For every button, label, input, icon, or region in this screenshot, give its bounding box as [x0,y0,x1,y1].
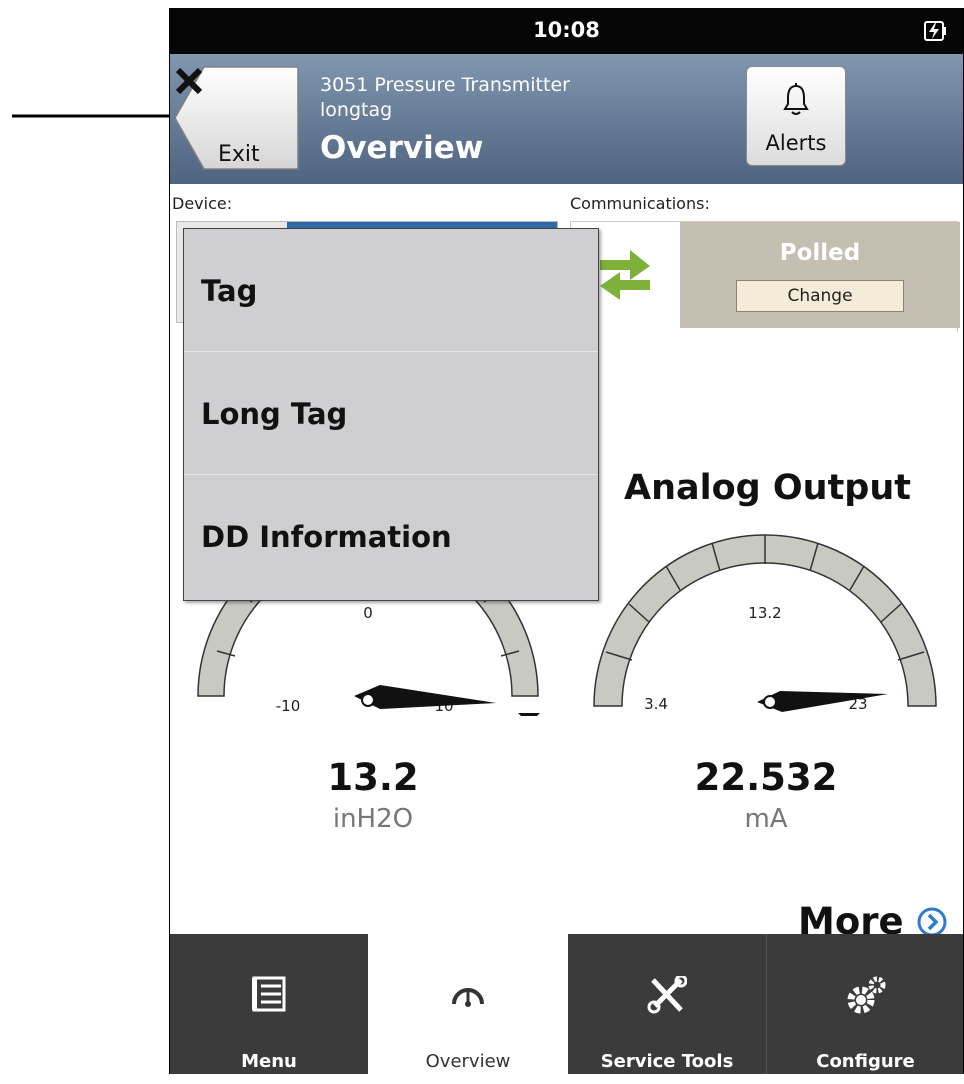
polled-status-box: Polled Change [680,222,960,328]
device-screen: 10:08 Exit 3051 Pressure Transmitter lon… [169,8,964,1074]
pressure-value: 13.2 [327,756,419,799]
exit-button[interactable]: Exit [174,66,302,170]
nav-overview-label: Overview [425,1051,511,1072]
bell-icon [783,83,809,115]
change-button[interactable]: Change [736,280,904,312]
gauge-icon [452,988,484,1007]
pressure-gauge-needle [354,685,496,709]
polled-label: Polled [779,240,861,266]
status-time: 10:08 [533,18,600,42]
analog-gauge-min-label: 3.4 [644,695,668,713]
analog-gauge-mid-label: 13.2 [748,604,781,622]
bottom-nav: Menu Overview Service Tools Configure [170,934,963,1074]
device-name: 3051 Pressure Transmitter [320,74,570,96]
exit-label: Exit [218,142,260,167]
chevron-right-circle-icon [917,907,947,936]
page-title: Overview [320,130,484,166]
dropdown-item-dd-information[interactable]: DD Information [184,475,598,597]
dropdown-item-long-tag[interactable]: Long Tag [184,352,598,475]
alerts-button[interactable]: Alerts [746,66,846,166]
device-dropdown-menu: Tag Long Tag DD Information [183,228,599,601]
nav-service-tools-label: Service Tools [600,1051,734,1072]
nav-overview[interactable]: Overview [368,934,568,1074]
nav-service-tools[interactable]: Service Tools [568,934,766,1074]
menu-list-icon [252,976,286,1012]
dropdown-item-long-tag-label: Long Tag [201,397,348,431]
device-tag: longtag [320,99,393,121]
wrench-screwdriver-icon [647,976,687,1014]
battery-charging-icon [924,21,946,41]
device-section-label: Device: [172,194,233,213]
nav-menu[interactable]: Menu [170,934,368,1074]
nav-configure-label: Configure [816,1051,915,1072]
alerts-label: Alerts [765,131,827,155]
status-bar: 10:08 [170,8,963,54]
dropdown-item-tag[interactable]: Tag [184,229,598,352]
pressure-unit: inH2O [332,804,414,834]
close-icon [175,67,203,95]
gears-icon [847,976,885,1014]
pressure-gauge-mid-label: 0 [363,604,373,622]
analog-output-title: Analog Output [624,468,912,508]
communication-arrows-icon [600,250,650,300]
header: Exit 3051 Pressure Transmitter longtag O… [170,54,963,184]
pressure-gauge-overrange-marker [518,713,540,716]
communications-section-label: Communications: [570,194,710,213]
pressure-gauge-min-label: -10 [276,697,301,715]
dropdown-item-tag-label: Tag [201,274,258,308]
dropdown-item-dd-information-label: DD Information [201,520,452,554]
nav-configure[interactable]: Configure [766,934,963,1074]
nav-menu-label: Menu [241,1051,297,1072]
analog-output-unit: mA [744,804,788,834]
analog-output-value: 22.532 [694,756,838,799]
